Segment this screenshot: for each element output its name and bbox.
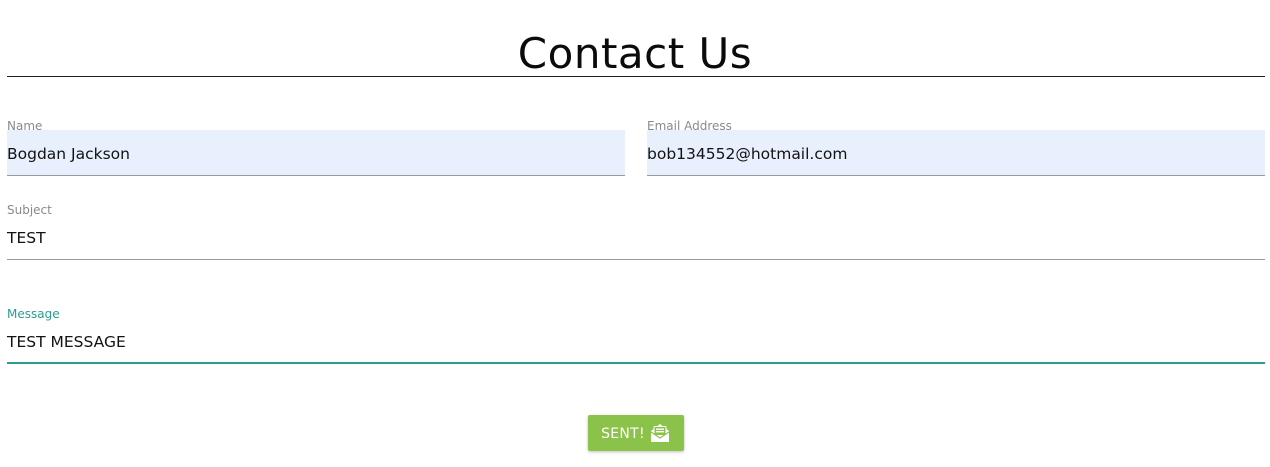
message-field[interactable]: Message TEST MESSAGE: [7, 306, 1265, 364]
subject-input-box[interactable]: [7, 214, 1265, 260]
message-label: Message: [7, 307, 60, 321]
email-input-value[interactable]: bob134552@hotmail.com: [647, 144, 847, 164]
send-button-label: SENT!: [601, 426, 645, 442]
send-button[interactable]: SENT!: [588, 415, 684, 451]
title-divider: [7, 76, 1265, 77]
message-input-box[interactable]: [7, 318, 1265, 364]
name-label: Name: [7, 119, 43, 133]
page-title: Contact Us: [517, 29, 753, 78]
subject-field[interactable]: Subject TEST: [7, 202, 1265, 260]
subject-label: Subject: [7, 203, 52, 217]
email-label: Email Address: [647, 119, 732, 133]
name-field[interactable]: Name Bogdan Jackson: [7, 118, 625, 176]
subject-input-value[interactable]: TEST: [7, 228, 46, 248]
message-input-value[interactable]: TEST MESSAGE: [7, 332, 126, 352]
email-field[interactable]: Email Address bob134552@hotmail.com: [647, 118, 1265, 176]
contact-page: Contact Us Name Bogdan Jackson Email Add…: [0, 0, 1270, 467]
envelope-open-icon: [649, 422, 671, 444]
name-input-value[interactable]: Bogdan Jackson: [7, 144, 130, 164]
